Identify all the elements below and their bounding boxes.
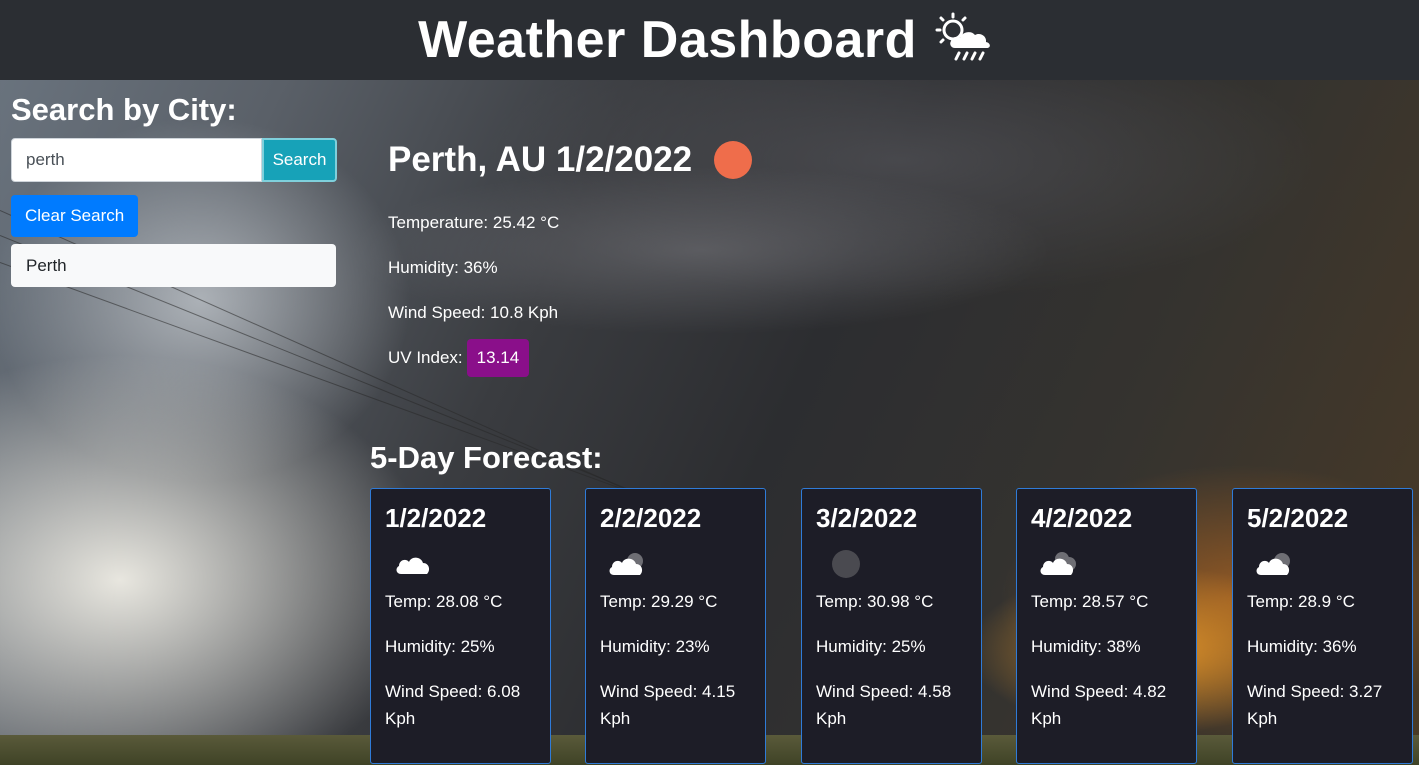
forecast-wind: Wind Speed: 6.08 Kph [385,682,521,728]
current-city-title: Perth, AU 1/2/2022 [388,140,693,179]
forecast-wind: Wind Speed: 4.15 Kph [600,682,736,728]
forecast-temp: Temp: 28.57 °C [1031,592,1149,611]
current-stats: Temperature: 25.42 °C Humidity: 36% Wind… [388,200,1088,380]
current-uv-row: UV Index: 13.14 [388,335,1088,380]
app-header: Weather Dashboard [0,0,1419,80]
forecast-temp: Temp: 28.08 °C [385,592,503,611]
forecast-date: 2/2/2022 [600,503,702,533]
forecast-cards: 1/2/2022 Temp: 28.08 °C Humidity: 25% Wi… [370,488,1419,765]
forecast-wind: Wind Speed: 4.58 Kph [816,682,952,728]
search-sidebar: Search by City: Search Clear Search Pert… [11,92,337,287]
forecast-temp: Temp: 30.98 °C [816,592,934,611]
page-title: Weather Dashboard [418,10,1001,70]
five-day-forecast: 5-Day Forecast: 1/2/2022 Temp: 28.08 °C … [370,440,1419,765]
overcast-icon [824,548,864,580]
forecast-wind: Wind Speed: 3.27 Kph [1247,682,1383,728]
forecast-humidity: Humidity: 38% [1031,637,1141,656]
search-button[interactable]: Search [262,138,337,182]
clear-search-button[interactable]: Clear Search [11,195,139,237]
forecast-heading: 5-Day Forecast: [370,440,603,475]
current-weather: Perth, AU 1/2/2022 Temperature: 25.42 °C… [388,140,1088,380]
forecast-wind: Wind Speed: 4.82 Kph [1031,682,1167,728]
search-form: Search [11,138,337,182]
page-title-text: Weather Dashboard [418,11,917,69]
sun-behind-rain-cloud-icon [933,12,1001,68]
forecast-date: 5/2/2022 [1247,503,1349,533]
broken-clouds-icon [1255,548,1295,580]
current-wind-speed: Wind Speed: 10.8 Kph [388,302,559,322]
sun-icon [714,141,753,179]
cloud-icon [393,548,433,580]
broken-clouds-icon [1039,548,1079,580]
city-search-input[interactable] [11,138,262,182]
forecast-date: 3/2/2022 [816,503,918,533]
forecast-card: 4/2/2022 Temp: 28.57 °C Humidity: 38% Wi… [1016,488,1197,764]
forecast-card: 1/2/2022 Temp: 28.08 °C Humidity: 25% Wi… [370,488,551,764]
forecast-date: 1/2/2022 [385,503,487,533]
forecast-card: 2/2/2022 Temp: 29.29 °C Humidity: 23% Wi… [585,488,766,764]
current-weather-header: Perth, AU 1/2/2022 [388,140,1088,180]
forecast-temp: Temp: 29.29 °C [600,592,718,611]
forecast-date: 4/2/2022 [1031,503,1133,533]
uv-index-label: UV Index: [388,347,463,367]
search-heading: Search by City: [11,92,237,127]
forecast-humidity: Humidity: 23% [600,637,710,656]
forecast-humidity: Humidity: 25% [385,637,495,656]
forecast-card: 5/2/2022 Temp: 28.9 °C Humidity: 36% Win… [1232,488,1413,764]
forecast-temp: Temp: 28.9 °C [1247,592,1355,611]
current-temperature: Temperature: 25.42 °C [388,212,560,232]
history-item-perth[interactable]: Perth [11,244,336,287]
forecast-humidity: Humidity: 36% [1247,637,1357,656]
forecast-card: 3/2/2022 Temp: 30.98 °C Humidity: 25% Wi… [801,488,982,764]
uv-index-badge: 13.14 [466,338,530,377]
current-humidity: Humidity: 36% [388,257,498,277]
broken-clouds-icon [608,548,648,580]
forecast-humidity: Humidity: 25% [816,637,926,656]
search-history-list: Perth [11,244,337,287]
